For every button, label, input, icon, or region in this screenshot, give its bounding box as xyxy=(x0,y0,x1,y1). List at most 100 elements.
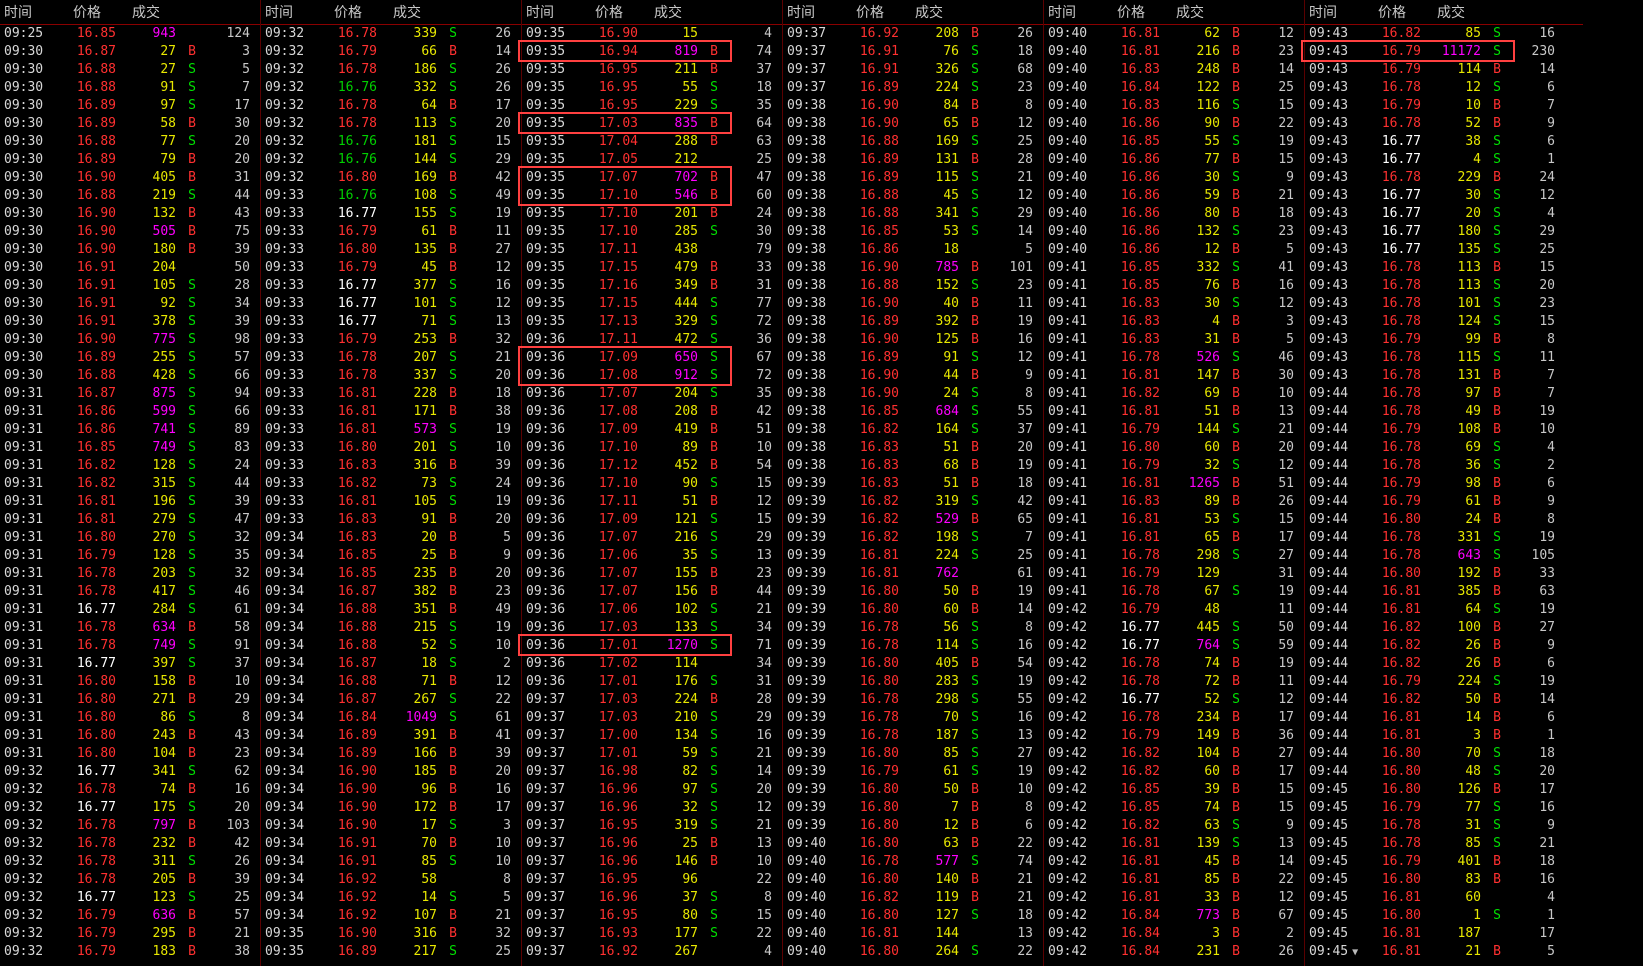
trade-row: 09:31 16.78 203 S 32 xyxy=(0,565,260,583)
trade-count: 30 xyxy=(1278,368,1294,383)
trade-panel-5[interactable]: 时间 价格 成交 09:40 16.81 62 B 12 09:40 16.81 216 B 23 09:… xyxy=(1044,0,1305,966)
trade-panel-6[interactable]: 时间 价格 成交 09:43 16.82 85 S 16 09:43 16.79 11172 S 230… xyxy=(1301,0,1583,966)
down-triangle-icon[interactable]: ▼ xyxy=(1352,947,1358,958)
trade-row: 09:36 17.08 208 B 42 xyxy=(522,403,782,421)
trade-row: 09:38 16.89 392 B 19 xyxy=(783,313,1043,331)
trade-time: 09:43 xyxy=(1309,350,1349,365)
trade-price: 16.86 xyxy=(1120,206,1160,221)
trade-volume: 127 xyxy=(935,908,959,923)
trade-price: 16.79 xyxy=(1120,458,1160,473)
trade-count: 20 xyxy=(234,152,250,167)
trade-time: 09:34 xyxy=(265,566,305,581)
trade-side: S xyxy=(971,728,979,743)
trade-side: S xyxy=(971,620,979,635)
trade-count: 5 xyxy=(1547,944,1555,959)
trade-panel-3[interactable]: 时间 价格 成交 09:35 16.90 15 4 09:35 16.94 819 B 74 09:35… xyxy=(518,0,783,966)
trade-time: 09:30 xyxy=(4,62,44,77)
trade-volume: 472 xyxy=(674,332,698,347)
trade-panel-1[interactable]: 时间 价格 成交 09:25 16.85 943 124 09:30 16.87 27 B 3 09:3… xyxy=(0,0,261,966)
trade-time: 09:43 xyxy=(1309,152,1349,167)
trade-volume: 232 xyxy=(152,836,176,851)
trade-row: 09:32 16.78 311 S 26 xyxy=(0,853,260,871)
trade-count: 22 xyxy=(1017,944,1033,959)
trade-volume: 943 xyxy=(152,26,176,41)
trade-price: 16.78 xyxy=(859,710,899,725)
trade-time: 09:39 xyxy=(787,530,827,545)
trade-count: 20 xyxy=(756,782,772,797)
trade-time: 09:30 xyxy=(4,188,44,203)
trade-row: 09:45 16.79 401 B 18 xyxy=(1305,853,1583,871)
trade-time: 09:31 xyxy=(4,692,44,707)
trade-volume: 52 xyxy=(421,638,437,653)
trade-side: B xyxy=(1493,116,1501,131)
trade-count: 46 xyxy=(1278,350,1294,365)
trade-count: 5 xyxy=(1025,242,1033,257)
trade-price: 17.11 xyxy=(598,332,638,347)
trade-price: 16.76 xyxy=(337,188,377,203)
trade-side: S xyxy=(188,404,196,419)
trade-row: 09:39 16.82 319 S 42 xyxy=(783,493,1043,511)
trade-volume: 181 xyxy=(413,134,437,149)
trade-side: B xyxy=(1232,656,1240,671)
trade-volume: 32 xyxy=(682,800,698,815)
trade-count: 10 xyxy=(756,440,772,455)
trade-volume: 180 xyxy=(152,242,176,257)
trade-row: 09:45 16.78 85 S 21 xyxy=(1305,835,1583,853)
trade-side: S xyxy=(1493,152,1501,167)
trade-volume: 1270 xyxy=(666,638,698,653)
trade-time: 09:39 xyxy=(787,548,827,563)
trade-volume: 187 xyxy=(935,728,959,743)
trade-row: 09:31 16.77 397 S 37 xyxy=(0,655,260,673)
trade-price: 16.78 xyxy=(337,98,377,113)
trade-row: 09:40 16.80 63 B 22 xyxy=(783,835,1043,853)
trade-side: B xyxy=(971,332,979,347)
trade-row: 09:41 16.81 65 B 17 xyxy=(1044,529,1304,547)
trade-volume: 50 xyxy=(943,782,959,797)
trade-row: 09:44 16.81 3 B 1 xyxy=(1305,727,1583,745)
trade-row: 09:38 16.83 51 B 20 xyxy=(783,439,1043,457)
trade-side: S xyxy=(449,188,457,203)
trade-side: B xyxy=(971,656,979,671)
trade-volume: 187 xyxy=(1457,926,1481,941)
trade-volume: 97 xyxy=(160,98,176,113)
trade-time: 09:44 xyxy=(1309,584,1349,599)
trade-row: 09:36 17.01 176 S 31 xyxy=(522,673,782,691)
trade-count: 89 xyxy=(234,422,250,437)
trade-volume: 53 xyxy=(1204,512,1220,527)
trade-side: S xyxy=(1493,800,1501,815)
trade-count: 12 xyxy=(495,674,511,689)
trade-count: 7 xyxy=(1025,530,1033,545)
trade-side: S xyxy=(971,134,979,149)
trade-panel-4[interactable]: 时间 价格 成交 09:37 16.92 208 B 26 09:37 16.91 76 S 18 09:… xyxy=(783,0,1044,966)
trade-side: B xyxy=(710,404,718,419)
trade-count: 15 xyxy=(1278,800,1294,815)
trade-price: 16.90 xyxy=(76,170,116,185)
trade-volume: 99 xyxy=(1465,332,1481,347)
trade-side: B xyxy=(1232,800,1240,815)
trade-panel-2[interactable]: 时间 价格 成交 09:32 16.78 339 S 26 09:32 16.79 66 B 14 09:… xyxy=(261,0,522,966)
trade-price: 16.86 xyxy=(1120,188,1160,203)
trade-row: 09:35 16.90 316 B 32 xyxy=(261,925,521,943)
trade-row: 09:34 16.85 25 B 9 xyxy=(261,547,521,565)
trade-count: 13 xyxy=(495,314,511,329)
trade-row: 09:31 16.80 104 B 23 xyxy=(0,745,260,763)
trade-time: 09:30 xyxy=(4,44,44,59)
trade-row: 09:36 17.07 216 S 29 xyxy=(522,529,782,547)
trade-time: 09:33 xyxy=(265,278,305,293)
trade-row: 09:38 16.89 91 S 12 xyxy=(783,349,1043,367)
trade-price: 16.88 xyxy=(859,206,899,221)
trade-row: 09:39 16.81 762 61 xyxy=(783,565,1043,583)
trade-price: 16.89 xyxy=(859,314,899,329)
trade-row: 09:37 16.92 208 B 26 xyxy=(783,25,1043,43)
trade-row: 09:45 16.80 83 B 16 xyxy=(1305,871,1583,889)
trade-price: 16.82 xyxy=(1120,386,1160,401)
trade-time: 09:37 xyxy=(526,728,566,743)
trade-volume: 64 xyxy=(421,98,437,113)
trade-side: S xyxy=(188,494,196,509)
trade-volume: 875 xyxy=(152,386,176,401)
trade-price: 16.81 xyxy=(1120,530,1160,545)
trade-price: 16.84 xyxy=(1120,908,1160,923)
time-header: 时间 xyxy=(4,5,32,21)
trade-volume: 12 xyxy=(943,818,959,833)
trade-volume: 219 xyxy=(152,188,176,203)
